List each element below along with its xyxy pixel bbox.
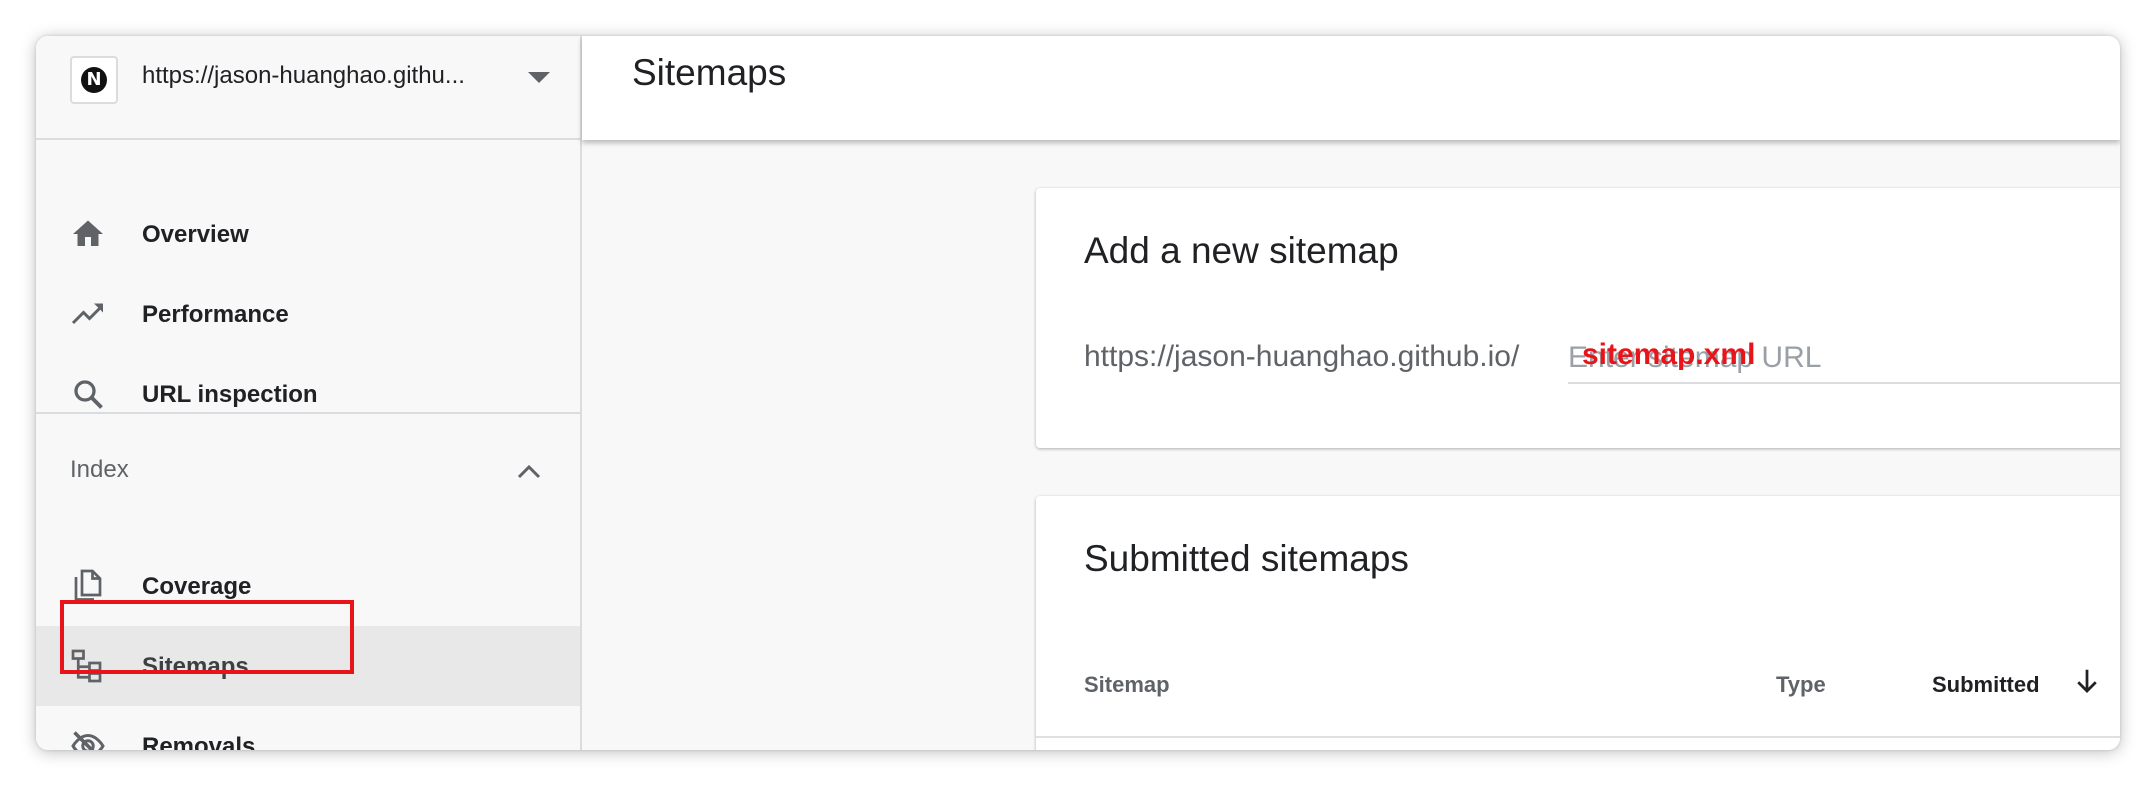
page-title: Sitemaps — [632, 52, 787, 93]
favicon-letter: N — [81, 67, 107, 93]
sidebar-item-label: Removals — [142, 733, 256, 750]
sidebar-item-label: Coverage — [142, 573, 252, 600]
sitemap-url-prefix: https://jason-huanghao.github.io/ — [1084, 340, 1520, 373]
sidebar-item-label: Performance — [142, 301, 289, 328]
search-console-window: N https://jason-huanghao.githu... Overvi… — [36, 36, 2120, 750]
sidebar-divider — [36, 412, 580, 414]
index-section-label: Index — [70, 456, 129, 483]
sidebar-item-label: Sitemaps — [142, 653, 249, 680]
trending-up-icon — [71, 303, 103, 325]
property-url: https://jason-huanghao.githu... — [142, 62, 465, 89]
search-icon — [74, 380, 103, 409]
sidebar-item-overview[interactable]: Overview — [36, 194, 580, 274]
sidebar-item-sitemaps[interactable]: Sitemaps — [36, 626, 580, 706]
add-sitemap-card: Add a new sitemap https://jason-huanghao… — [1036, 188, 2120, 448]
table-divider — [1036, 736, 2120, 738]
header: Sitemaps — [582, 36, 2120, 140]
home-icon — [73, 220, 103, 246]
property-selector[interactable]: N https://jason-huanghao.githu... — [36, 36, 580, 140]
sidebar: N https://jason-huanghao.githu... Overvi… — [36, 36, 582, 750]
sidebar-item-url-inspection[interactable]: URL inspection — [36, 354, 580, 434]
sidebar-item-label: Overview — [142, 221, 249, 248]
submitted-sitemaps-title: Submitted sitemaps — [1084, 538, 1409, 579]
arrow-down-icon[interactable] — [2072, 666, 2102, 696]
file-copy-icon — [74, 569, 102, 601]
sidebar-item-performance[interactable]: Performance — [36, 274, 580, 354]
property-favicon: N — [70, 56, 118, 104]
column-header-type[interactable]: Type — [1776, 672, 1826, 698]
column-header-sitemap[interactable]: Sitemap — [1084, 672, 1170, 698]
sitemap-url-input[interactable] — [1568, 334, 2120, 384]
sidebar-item-coverage[interactable]: Coverage — [36, 546, 580, 626]
submitted-sitemaps-card: Submitted sitemaps Sitemap Type Submitte… — [1036, 496, 2120, 750]
column-header-submitted[interactable]: Submitted — [1932, 672, 2040, 698]
sidebar-item-removals[interactable]: Removals — [36, 706, 580, 750]
dropdown-caret-icon[interactable] — [528, 72, 550, 83]
sitemap-icon — [71, 649, 102, 683]
sidebar-item-label: URL inspection — [142, 381, 318, 408]
chevron-up-icon[interactable] — [514, 460, 544, 484]
visibility-off-icon — [71, 731, 105, 750]
add-sitemap-title: Add a new sitemap — [1084, 230, 1399, 271]
